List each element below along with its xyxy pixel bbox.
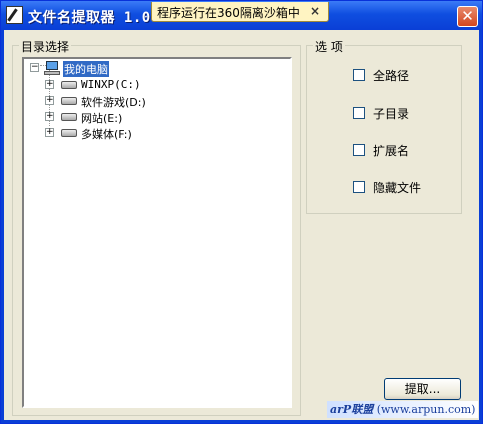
footer-brand-name: arP联盟: [330, 403, 374, 416]
tree-item-drive[interactable]: + WINXP(C:): [28, 77, 228, 93]
title-bar[interactable]: 文件名提取器 1.0 程序运行在360隔离沙箱中 × ✕: [1, 1, 482, 30]
drive-icon: [61, 129, 77, 137]
subdirectory-checkbox[interactable]: [353, 107, 365, 119]
tree-item-label: 网站(E:): [81, 112, 123, 125]
sandbox-close-icon[interactable]: ×: [310, 4, 320, 18]
tree-item-label: 软件游戏(D:): [81, 96, 146, 109]
tree-item-drive[interactable]: + 多媒体(F:): [28, 125, 228, 141]
extract-button[interactable]: 提取...: [384, 378, 461, 400]
options-group-legend: 选 项: [313, 38, 345, 55]
app-icon: [6, 6, 23, 24]
collapse-icon[interactable]: −: [30, 63, 39, 72]
expand-icon[interactable]: +: [45, 80, 54, 89]
client-area: 目录选择 − 我的电脑 + WINXP(C:) + 软件游戏(D:) + 网站(…: [4, 30, 479, 420]
tree-item-drive[interactable]: + 软件游戏(D:): [28, 93, 228, 109]
extension-checkbox[interactable]: [353, 144, 365, 156]
expand-icon[interactable]: +: [45, 96, 54, 105]
tree-item-drive[interactable]: + 网站(E:): [28, 109, 228, 125]
sandbox-notice: 程序运行在360隔离沙箱中 ×: [151, 2, 329, 22]
expand-icon[interactable]: +: [45, 128, 54, 137]
drive-icon: [61, 113, 77, 121]
window-title: 文件名提取器 1.0: [28, 10, 151, 26]
option-label: 子目录: [373, 107, 410, 121]
option-label: 扩展名: [373, 144, 410, 158]
window-close-button[interactable]: ✕: [457, 6, 478, 27]
option-label: 全路径: [373, 69, 410, 83]
expand-icon[interactable]: +: [45, 112, 54, 121]
tree-item-label: WINXP(C:): [81, 78, 141, 91]
footer-brand[interactable]: arP联盟 (www.arpun.com): [327, 401, 478, 418]
option-label: 隐藏文件: [373, 181, 422, 195]
directory-tree[interactable]: − 我的电脑 + WINXP(C:) + 软件游戏(D:) + 网站(E:) +…: [22, 57, 292, 408]
drive-icon: [61, 81, 77, 89]
tree-item-label: 我的电脑: [63, 61, 109, 77]
full-path-checkbox[interactable]: [353, 69, 365, 81]
directory-group-legend: 目录选择: [19, 38, 72, 55]
app-window: 文件名提取器 1.0 程序运行在360隔离沙箱中 × ✕ 目录选择 − 我的电脑: [0, 0, 483, 424]
drive-icon: [61, 97, 77, 105]
sandbox-label: 程序运行在360隔离沙箱中: [157, 6, 300, 20]
tree-item-label: 多媒体(F:): [81, 128, 132, 141]
computer-icon: [44, 61, 60, 75]
footer-url: (www.arpun.com): [376, 403, 476, 416]
hidden-files-checkbox[interactable]: [353, 181, 365, 193]
tree-item-root[interactable]: − 我的电脑: [28, 61, 148, 77]
